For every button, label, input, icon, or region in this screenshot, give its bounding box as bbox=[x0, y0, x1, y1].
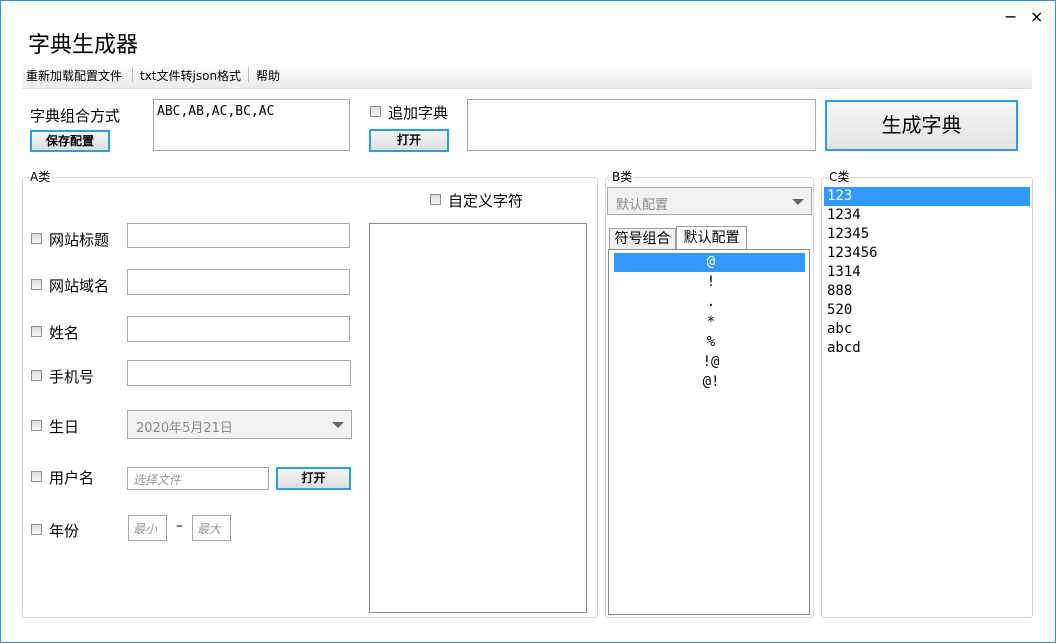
append-path-input[interactable] bbox=[467, 99, 816, 151]
username-file-input[interactable]: 选择文件 bbox=[127, 467, 269, 490]
menu-bar: 重新加载配置文件 txt文件转json格式 帮助 bbox=[22, 62, 1032, 89]
birthday-checkbox[interactable] bbox=[31, 420, 42, 431]
close-button[interactable]: × bbox=[1030, 9, 1043, 25]
username-checkbox[interactable] bbox=[31, 471, 42, 482]
username-label: 用户名 bbox=[49, 469, 95, 487]
username-file-placeholder: 选择文件 bbox=[133, 473, 182, 487]
custom-chars-input[interactable] bbox=[369, 223, 587, 613]
c-list-item[interactable]: 888 bbox=[827, 282, 852, 301]
symbol-item[interactable]: ! bbox=[616, 273, 806, 292]
c-list-item[interactable]: 1234 bbox=[827, 206, 861, 225]
symbol-item[interactable]: * bbox=[616, 313, 806, 332]
year-min-placeholder: 最小 bbox=[133, 522, 158, 536]
year-max-input[interactable]: 最大 bbox=[192, 515, 231, 541]
site-title-label: 网站标题 bbox=[49, 231, 110, 249]
app-title: 字典生成器 bbox=[28, 33, 139, 58]
site-domain-input[interactable] bbox=[127, 269, 350, 295]
b-config-select[interactable]: 默认配置 bbox=[607, 187, 812, 215]
combo-mode-input[interactable]: ABC,AB,AC,BC,AC bbox=[153, 99, 350, 151]
menu-separator bbox=[248, 67, 249, 82]
birthday-picker[interactable]: 2020年5月21日 bbox=[127, 410, 352, 439]
custom-chars-label: 自定义字符 bbox=[448, 192, 524, 210]
site-title-checkbox[interactable] bbox=[31, 233, 42, 244]
symbol-item[interactable]: . bbox=[616, 293, 806, 312]
c-list-item[interactable]: 123456 bbox=[827, 244, 878, 263]
year-label: 年份 bbox=[49, 522, 80, 540]
c-list-item[interactable]: 1314 bbox=[827, 263, 861, 282]
name-input[interactable] bbox=[127, 316, 350, 342]
c-list-item[interactable]: 12345 bbox=[827, 225, 869, 244]
group-b-title: B类 bbox=[611, 168, 634, 185]
append-dict-checkbox[interactable] bbox=[370, 106, 381, 117]
menu-separator bbox=[132, 67, 133, 82]
menu-help[interactable]: 帮助 bbox=[256, 67, 280, 84]
year-checkbox[interactable] bbox=[31, 524, 42, 535]
tab-default-config[interactable]: 默认配置 bbox=[676, 226, 747, 250]
chevron-down-icon bbox=[792, 199, 804, 205]
menu-txt-to-json[interactable]: txt文件转json格式 bbox=[140, 67, 241, 84]
symbol-item[interactable]: % bbox=[616, 333, 806, 352]
birthday-label: 生日 bbox=[49, 418, 80, 436]
year-dash: – bbox=[176, 518, 183, 534]
combo-mode-label: 字典组合方式 bbox=[30, 107, 121, 125]
c-selection-highlight bbox=[824, 187, 1030, 206]
append-open-button[interactable]: 打开 bbox=[369, 129, 449, 152]
username-open-button[interactable]: 打开 bbox=[276, 467, 351, 490]
phone-input[interactable] bbox=[127, 360, 351, 386]
phone-label: 手机号 bbox=[49, 368, 95, 386]
group-c-title: C类 bbox=[828, 168, 851, 185]
symbol-item[interactable]: @ bbox=[616, 253, 806, 272]
phone-checkbox[interactable] bbox=[31, 370, 42, 381]
c-list-item[interactable]: 123 bbox=[827, 187, 852, 206]
menu-reload-config[interactable]: 重新加载配置文件 bbox=[26, 67, 122, 84]
append-dict-label: 追加字典 bbox=[388, 104, 449, 122]
c-list-item[interactable]: 520 bbox=[827, 301, 852, 320]
site-domain-label: 网站域名 bbox=[49, 277, 110, 295]
site-title-input[interactable] bbox=[127, 223, 350, 248]
tab-symbol-combo[interactable]: 符号组合 bbox=[609, 228, 676, 249]
site-domain-checkbox[interactable] bbox=[31, 279, 42, 290]
group-a-title: A类 bbox=[29, 168, 52, 185]
chevron-down-icon bbox=[332, 422, 344, 428]
c-list-item[interactable]: abcd bbox=[827, 339, 861, 358]
c-list-item[interactable]: abc bbox=[827, 320, 852, 339]
name-checkbox[interactable] bbox=[31, 326, 42, 337]
generate-dict-button[interactable]: 生成字典 bbox=[825, 100, 1018, 151]
name-label: 姓名 bbox=[49, 324, 80, 342]
year-min-input[interactable]: 最小 bbox=[128, 515, 167, 541]
birthday-value: 2020年5月21日 bbox=[136, 421, 233, 436]
year-max-placeholder: 最大 bbox=[197, 522, 222, 536]
custom-chars-checkbox[interactable] bbox=[430, 194, 441, 205]
b-config-value: 默认配置 bbox=[616, 198, 669, 213]
minimize-button[interactable]: − bbox=[1004, 9, 1017, 25]
symbol-item[interactable]: @! bbox=[616, 373, 806, 392]
save-config-button[interactable]: 保存配置 bbox=[30, 130, 110, 152]
symbol-item[interactable]: !@ bbox=[616, 353, 806, 372]
